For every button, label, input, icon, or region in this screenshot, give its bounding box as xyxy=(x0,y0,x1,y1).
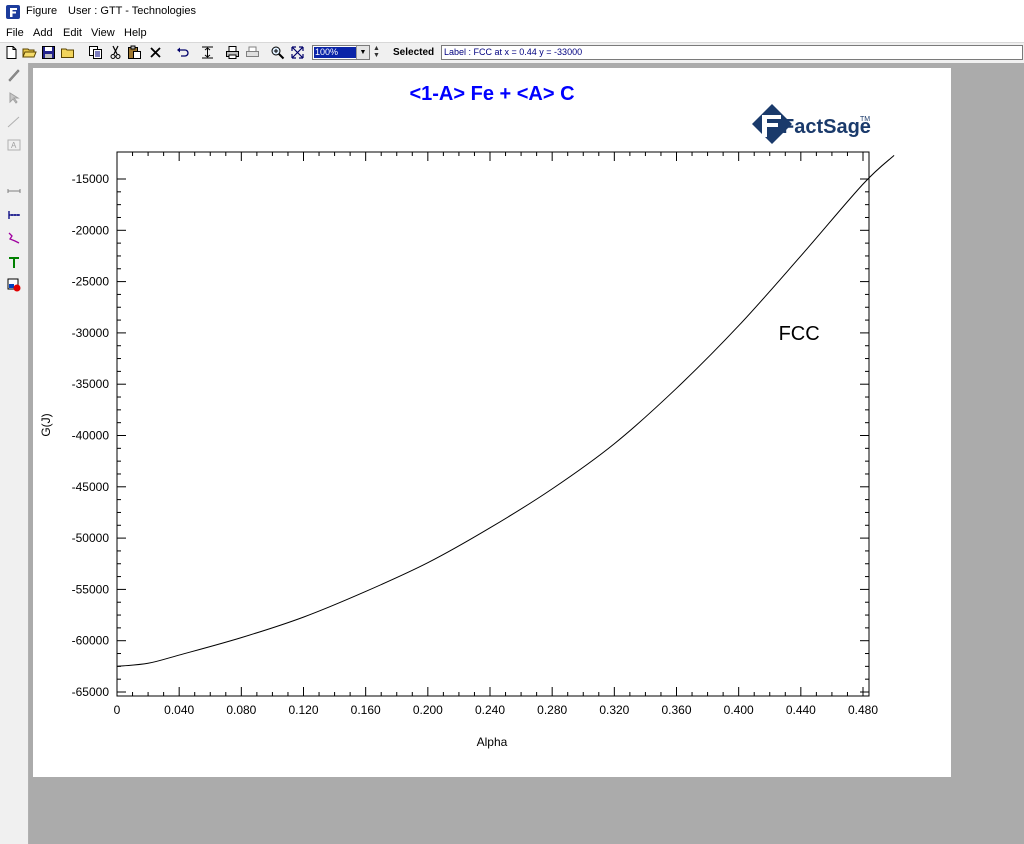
menu-bar: File Add Edit View Help xyxy=(0,26,1024,42)
menu-file[interactable]: File xyxy=(6,27,24,39)
y-tick-label: -60000 xyxy=(72,634,110,648)
y-tick-label: -25000 xyxy=(72,275,110,289)
print-icon[interactable] xyxy=(225,45,240,60)
title-bar: Figure User : GTT - Technologies xyxy=(0,0,1024,24)
x-tick-label: 0.480 xyxy=(848,703,878,717)
selected-label: Selected xyxy=(393,47,435,58)
y-tick-label: -45000 xyxy=(72,480,110,494)
logo-tm: TM xyxy=(860,116,870,123)
axis-icon[interactable] xyxy=(6,207,22,223)
x-tick-label: 0.040 xyxy=(164,703,194,717)
x-tick-label: 0.400 xyxy=(724,703,754,717)
fit-icon[interactable] xyxy=(200,45,215,60)
x-tick-label: 0.080 xyxy=(226,703,256,717)
y-tick-label: -40000 xyxy=(72,429,110,443)
x-tick-label: 0.440 xyxy=(786,703,816,717)
zoom-in-icon[interactable] xyxy=(270,45,285,60)
tool-strip: A xyxy=(0,63,29,844)
annotation-fcc[interactable]: FCC xyxy=(779,323,820,345)
y-tick-label: -50000 xyxy=(72,531,110,545)
window-title: Figure xyxy=(26,5,58,17)
x-tick-label: 0.160 xyxy=(351,703,381,717)
copy-icon[interactable] xyxy=(88,45,103,60)
svg-text:A: A xyxy=(11,141,17,150)
cut-icon[interactable] xyxy=(108,45,123,60)
print-preview-icon[interactable] xyxy=(245,45,260,60)
pen-icon[interactable] xyxy=(6,67,22,83)
delete-icon[interactable] xyxy=(148,45,163,60)
pointer-icon[interactable] xyxy=(6,90,22,106)
toolbar: 100% ▼ ▲ ▼ Selected Label : FCC at x = 0.… xyxy=(0,42,1024,64)
x-axis-label: Alpha xyxy=(477,735,508,749)
paste-icon[interactable] xyxy=(127,45,142,60)
text-box-icon[interactable]: A xyxy=(6,137,22,153)
chart-title[interactable]: <1-A> Fe + <A> C xyxy=(409,83,574,105)
chevron-down-icon[interactable]: ▼ xyxy=(356,46,369,59)
x-tick-label: 0.120 xyxy=(288,703,318,717)
menu-add[interactable]: Add xyxy=(33,27,53,39)
menu-edit[interactable]: Edit xyxy=(63,27,82,39)
menu-help[interactable]: Help xyxy=(124,27,147,39)
x-tick-label: 0.240 xyxy=(475,703,505,717)
image-icon[interactable] xyxy=(6,277,22,293)
zoom-select[interactable]: 100% ▼ xyxy=(312,45,370,60)
y-tick-label: -15000 xyxy=(72,172,110,186)
x-tick-label: 0 xyxy=(114,703,121,717)
x-tick-label: 0.320 xyxy=(599,703,629,717)
folder-icon[interactable] xyxy=(60,45,75,60)
y-tick-label: -65000 xyxy=(72,685,110,699)
h-line-icon[interactable] xyxy=(6,183,22,199)
y-tick-label: -30000 xyxy=(72,326,110,340)
open-icon[interactable] xyxy=(22,45,37,60)
x-tick-label: 0.280 xyxy=(537,703,567,717)
new-icon[interactable] xyxy=(4,45,19,60)
menu-view[interactable]: View xyxy=(91,27,115,39)
curve-icon[interactable] xyxy=(6,230,22,246)
save-icon[interactable] xyxy=(41,45,56,60)
line-icon[interactable] xyxy=(6,114,22,130)
x-tick-label: 0.360 xyxy=(661,703,691,717)
user-label: User : GTT - Technologies xyxy=(68,5,196,17)
status-field: Label : FCC at x = 0.44 y = -33000 xyxy=(441,45,1023,60)
zoom-value: 100% xyxy=(314,47,357,58)
x-tick-label: 0.200 xyxy=(413,703,443,717)
y-tick-label: -35000 xyxy=(72,377,110,391)
zoom-extent-icon[interactable] xyxy=(290,45,305,60)
y-tick-label: -55000 xyxy=(72,582,110,596)
figure-sheet xyxy=(33,68,951,777)
y-tick-label: -20000 xyxy=(72,223,110,237)
y-axis-label: G(J) xyxy=(39,413,53,436)
logo-text: FactSage xyxy=(782,116,871,138)
app-icon xyxy=(6,5,20,19)
text-icon[interactable] xyxy=(6,254,22,270)
undo-icon[interactable] xyxy=(175,45,190,60)
zoom-spinner[interactable]: ▲ ▼ xyxy=(372,45,381,60)
